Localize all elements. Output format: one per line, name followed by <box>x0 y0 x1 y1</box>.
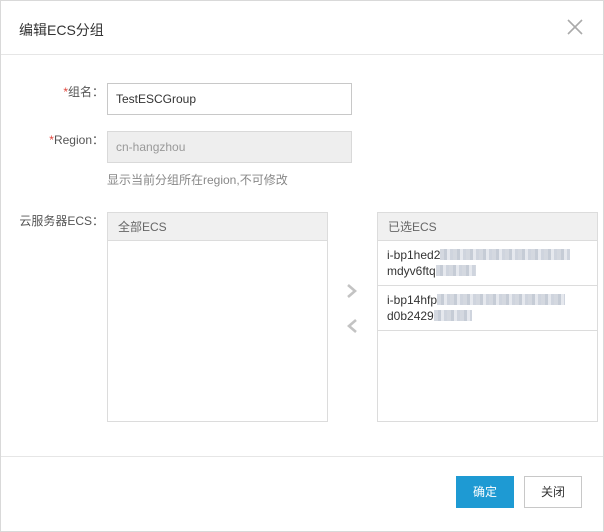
confirm-button[interactable]: 确定 <box>456 476 514 508</box>
region-label: *Region： <box>49 133 104 147</box>
close-button[interactable]: 关闭 <box>524 476 582 508</box>
dialog-footer: 确定 关闭 <box>1 456 603 531</box>
available-ecs-list: 全部ECS <box>107 212 328 422</box>
selected-ecs-item[interactable]: i-bp14hfp d0b2429 <box>378 286 597 331</box>
ecs-label: 云服务器ECS： <box>19 214 104 228</box>
selected-ecs-list: 已选ECS i-bp1hed2 mdyv6ftq i-bp14hfp d0b24… <box>377 212 598 422</box>
region-input: cn-hangzhou <box>107 131 352 163</box>
group-name-label: *组名： <box>63 85 104 99</box>
selected-ecs-item[interactable]: i-bp1hed2 mdyv6ftq <box>378 241 597 286</box>
chevron-left-icon[interactable] <box>344 317 360 335</box>
region-hint: 显示当前分组所在region,不可修改 <box>107 173 288 187</box>
redacted-text <box>437 294 566 305</box>
close-icon[interactable] <box>565 17 585 37</box>
redacted-text <box>440 249 571 260</box>
chevron-right-icon[interactable] <box>344 282 360 300</box>
redacted-text <box>433 310 472 321</box>
dialog-header: 编辑ECS分组 <box>1 1 603 55</box>
selected-ecs-header: 已选ECS <box>378 213 597 241</box>
dialog-title: 编辑ECS分组 <box>19 22 104 38</box>
group-name-input[interactable]: TestESCGroup <box>107 83 352 115</box>
redacted-text <box>435 265 476 276</box>
available-ecs-header: 全部ECS <box>108 213 327 241</box>
edit-ecs-group-dialog: 编辑ECS分组 *组名： TestESCGroup *Region： cn-ha… <box>0 0 604 532</box>
